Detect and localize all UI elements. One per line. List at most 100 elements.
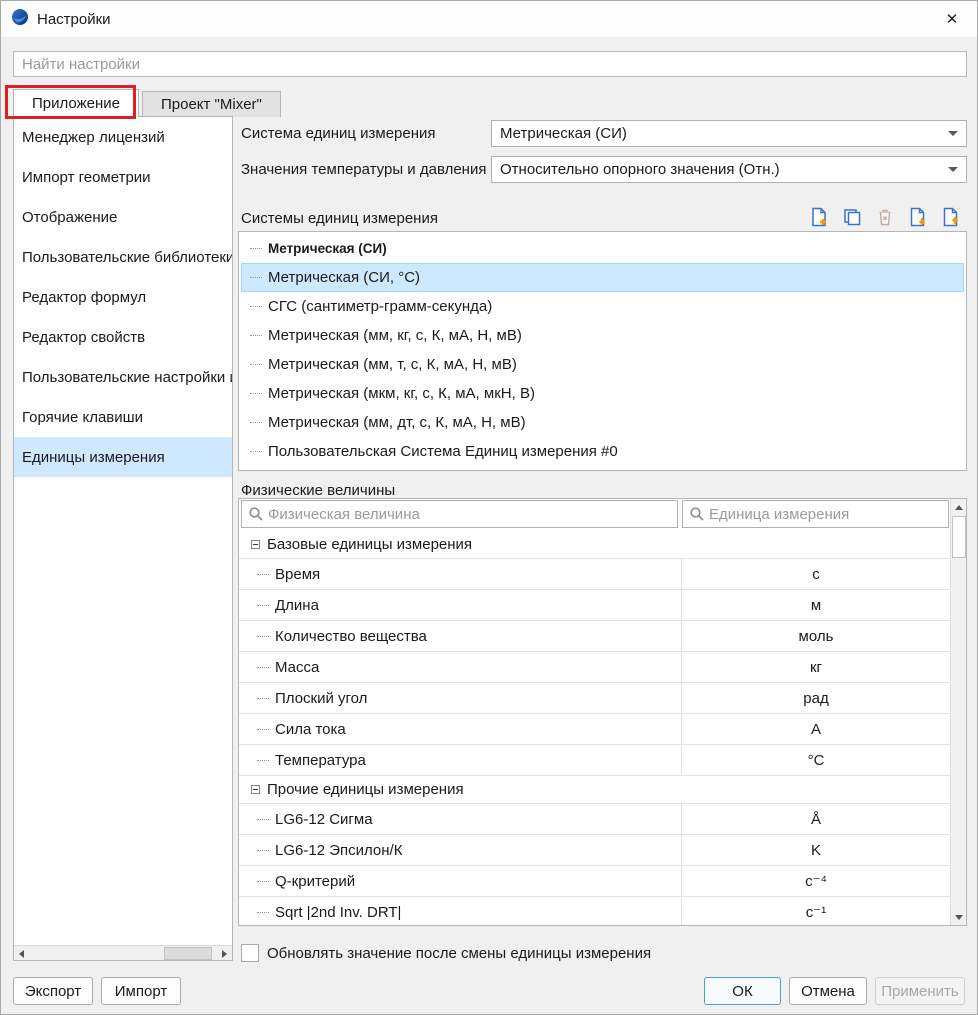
- sidebar-item[interactable]: Единицы измерения: [14, 437, 232, 477]
- tree-connector: [250, 393, 262, 394]
- quantity-search-field[interactable]: [241, 500, 678, 528]
- quantity-group-header[interactable]: Базовые единицы измерения: [239, 531, 950, 559]
- unit-system-label: Система единиц измерения: [241, 125, 436, 142]
- settings-search-input[interactable]: [13, 51, 967, 77]
- quantity-row[interactable]: LG6-12 Эпсилон/К K: [239, 835, 950, 866]
- app-logo-icon: [11, 8, 29, 31]
- ok-button[interactable]: ОК: [704, 977, 781, 1005]
- unit-system-value: Метрическая (СИ): [500, 125, 627, 142]
- sidebar: Менеджер лицензий Импорт геометрии Отображ…: [13, 116, 233, 961]
- sidebar-item[interactable]: Отображение: [14, 197, 232, 237]
- search-icon: [690, 507, 704, 521]
- quantity-row[interactable]: Сила тока А: [239, 714, 950, 745]
- horizontal-scroll-thumb[interactable]: [164, 947, 212, 960]
- sidebar-item[interactable]: Редактор свойств: [14, 317, 232, 357]
- quantity-name: Количество вещества: [275, 627, 427, 645]
- quantity-row[interactable]: Плоский угол рад: [239, 683, 950, 714]
- collapse-icon[interactable]: [251, 785, 260, 794]
- chevron-down-icon: [948, 167, 958, 172]
- temp-pressure-select[interactable]: Относительно опорного значения (Отн.): [491, 156, 967, 183]
- export-document-icon[interactable]: [939, 205, 963, 229]
- scroll-up-icon[interactable]: [951, 499, 966, 515]
- unit-system-item[interactable]: Метрическая (СИ, °C): [241, 263, 964, 292]
- tree-connector: [250, 364, 262, 365]
- unit-system-item[interactable]: Метрическая (мм, кг, с, К, мА, Н, мВ): [241, 321, 964, 350]
- quantity-row[interactable]: LG6-12 Сигма Å: [239, 804, 950, 835]
- quantities-vertical-scrollbar[interactable]: [950, 499, 966, 925]
- update-value-checkbox[interactable]: [241, 944, 259, 962]
- unit-search-input[interactable]: [709, 505, 948, 523]
- quantity-unit-cell: K: [810, 841, 821, 859]
- quantities-rows: Базовые единицы измерения Время с Длина м Кол…: [239, 531, 950, 925]
- sidebar-item[interactable]: Пользовательские настройки и: [14, 357, 232, 397]
- unit-system-item[interactable]: Метрическая (СИ): [241, 234, 964, 263]
- collapse-icon[interactable]: [251, 540, 260, 549]
- vertical-scroll-thumb[interactable]: [952, 516, 966, 558]
- sidebar-item[interactable]: Редактор формул: [14, 277, 232, 317]
- quantity-unit-cell: Å: [810, 810, 821, 828]
- quantity-name: Sqrt |2nd Inv. DRT|: [275, 903, 402, 921]
- quantity-row[interactable]: Количество вещества моль: [239, 621, 950, 652]
- unit-system-item[interactable]: Метрическая (мкм, кг, с, К, мА, мкН, В): [241, 379, 964, 408]
- quantity-row[interactable]: Q-критерий с⁻⁴: [239, 866, 950, 897]
- unit-system-item-label: Метрическая (СИ): [268, 241, 387, 256]
- quantity-row[interactable]: Температура °C: [239, 745, 950, 776]
- scroll-left-icon[interactable]: [14, 946, 29, 961]
- copy-icon[interactable]: [840, 205, 864, 229]
- sidebar-item[interactable]: Импорт геометрии: [14, 157, 232, 197]
- import-document-icon[interactable]: [906, 205, 930, 229]
- unit-systems-toolbar: [807, 205, 963, 229]
- update-value-checkbox-label: Обновлять значение после смены единицы и…: [267, 944, 652, 962]
- sidebar-horizontal-scrollbar[interactable]: [14, 945, 232, 960]
- quantities-section-title: Физические величины: [241, 482, 396, 499]
- tab-project-mixer[interactable]: Проект "Mixer": [141, 91, 281, 117]
- unit-system-item-label: СГС (сантиметр-грамм-секунда): [268, 298, 493, 315]
- quantity-row[interactable]: Длина м: [239, 590, 950, 621]
- scroll-down-icon[interactable]: [951, 909, 966, 925]
- unit-system-item[interactable]: СГС (сантиметр-грамм-секунда): [241, 292, 964, 321]
- unit-system-item-label: Метрическая (мкм, кг, с, К, мА, мкН, В): [268, 385, 535, 402]
- tab-application[interactable]: Приложение: [13, 89, 139, 117]
- unit-system-item[interactable]: Метрическая (мм, дт, с, К, мА, Н, мВ): [241, 408, 964, 437]
- sidebar-item[interactable]: Пользовательские библиотеки: [14, 237, 232, 277]
- add-document-icon[interactable]: [807, 205, 831, 229]
- scroll-right-icon[interactable]: [217, 946, 232, 961]
- quantity-search-input[interactable]: [268, 505, 677, 523]
- tree-connector: [257, 604, 269, 606]
- tab-project-mixer-label: Проект "Mixer": [160, 96, 262, 113]
- quantity-group-label: Прочие единицы измерения: [267, 781, 464, 798]
- quantity-row[interactable]: Sqrt |2nd Inv. DRT| с⁻¹: [239, 897, 950, 925]
- tree-connector: [250, 277, 262, 278]
- export-button[interactable]: Экспорт: [13, 977, 93, 1005]
- tree-connector: [250, 335, 262, 336]
- tree-connector: [257, 911, 269, 913]
- quantity-name: Плоский угол: [275, 689, 368, 707]
- sidebar-item[interactable]: Менеджер лицензий: [14, 117, 232, 157]
- sidebar-list: Менеджер лицензий Импорт геометрии Отображ…: [14, 117, 232, 945]
- quantity-name: Q-критерий: [275, 872, 356, 890]
- quantity-row[interactable]: Масса кг: [239, 652, 950, 683]
- update-value-checkbox-row[interactable]: Обновлять значение после смены единицы и…: [241, 944, 651, 962]
- unit-search-field[interactable]: [682, 500, 949, 528]
- import-button[interactable]: Импорт: [101, 977, 181, 1005]
- quantity-group-header[interactable]: Прочие единицы измерения: [239, 776, 950, 804]
- quantity-row[interactable]: Время с: [239, 559, 950, 590]
- quantity-name-cell: LG6-12 Сигма: [239, 804, 682, 834]
- quantity-name-cell: Температура: [239, 745, 682, 775]
- tree-connector: [257, 728, 269, 730]
- cancel-button[interactable]: Отмена: [789, 977, 867, 1005]
- unit-system-item[interactable]: Метрическая (мм, т, с, К, мА, Н, мВ): [241, 350, 964, 379]
- quantity-group-label: Базовые единицы измерения: [267, 536, 473, 553]
- unit-system-item-label: Метрическая (мм, кг, с, К, мА, Н, мВ): [268, 327, 522, 344]
- quantity-name: LG6-12 Сигма: [275, 810, 373, 828]
- quantity-unit-cell: рад: [803, 689, 829, 707]
- unit-system-select[interactable]: Метрическая (СИ): [491, 120, 967, 147]
- quantity-unit-cell: с⁻¹: [805, 904, 827, 921]
- settings-window: Настройки ✕ Приложение Проект "Mixer" Ме…: [0, 0, 978, 1015]
- sidebar-item[interactable]: Горячие клавиши: [14, 397, 232, 437]
- unit-system-item[interactable]: Пользовательская Система Единиц измерени…: [241, 437, 964, 466]
- close-button[interactable]: ✕: [941, 9, 963, 31]
- quantity-name-cell: Масса: [239, 652, 682, 682]
- quantity-unit-cell: моль: [798, 627, 834, 645]
- quantity-unit-cell: с: [812, 565, 820, 583]
